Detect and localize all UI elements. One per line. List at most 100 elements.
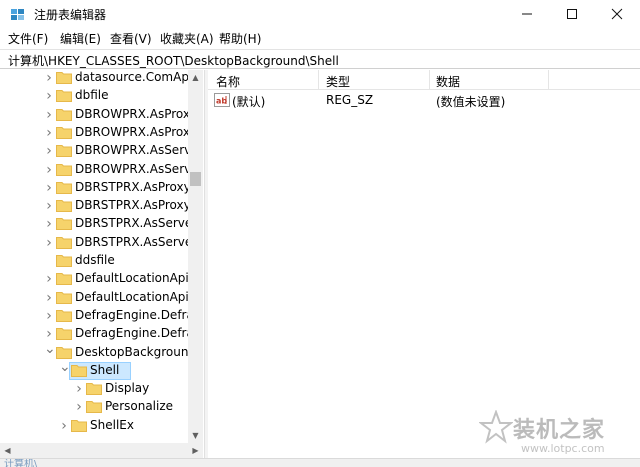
folder-icon — [56, 126, 72, 139]
column-header-name[interactable]: 名称 — [216, 73, 240, 90]
title-bar[interactable]: 注册表编辑器 — [0, 0, 640, 28]
chevron-right-icon[interactable]: › — [44, 327, 54, 341]
status-text: 计算机\ — [4, 459, 38, 467]
tree-item-label: Display — [105, 381, 150, 396]
tree-item-label: DesktopBackground — [75, 344, 197, 359]
column-header-data[interactable]: 数据 — [436, 73, 460, 90]
tree-item-label: ddsfile — [75, 253, 115, 267]
tree-item[interactable]: › DBROWPRX.AsServer — [0, 161, 202, 179]
chevron-right-icon[interactable]: › — [44, 71, 54, 85]
tree-item[interactable]: › DBRSTPRX.AsServer.1 — [0, 234, 202, 252]
folder-icon — [56, 346, 72, 359]
column-header-type[interactable]: 类型 — [326, 73, 350, 90]
chevron-right-icon[interactable]: › — [44, 199, 54, 213]
chevron-right-icon[interactable]: › — [74, 382, 84, 396]
value-name: (默认) — [232, 95, 266, 109]
tree-item[interactable]: › datasource.ComAppx — [0, 70, 202, 87]
chevron-down-icon[interactable]: ⌄ — [44, 342, 56, 356]
folder-icon — [56, 163, 72, 176]
tree-item[interactable]: › DBROWPRX.AsServer — [0, 142, 202, 160]
scroll-left-icon[interactable]: ◀ — [0, 443, 15, 458]
maximize-button[interactable] — [549, 0, 595, 28]
chevron-right-icon[interactable]: › — [44, 217, 54, 231]
tree-item[interactable]: ⌄ DesktopBackground — [0, 342, 196, 362]
column-divider[interactable] — [548, 70, 549, 90]
tree-item[interactable]: ⌄ Shell — [0, 360, 190, 380]
tree-item[interactable]: › DBRSTPRX.AsProxy — [0, 179, 191, 197]
address-path[interactable]: 计算机\HKEY_CLASSES_ROOT\DesktopBackground\… — [8, 52, 339, 69]
tree-item[interactable]: › DBRSTPRX.AsProxy.1 — [0, 197, 200, 215]
column-divider[interactable] — [429, 70, 430, 90]
folder-icon — [71, 419, 87, 432]
folder-icon — [56, 236, 72, 249]
tree-item[interactable]: › DefaultLocationApi.1 — [0, 289, 200, 307]
scroll-thumb[interactable] — [190, 172, 201, 186]
table-row[interactable]: ab (默认) REG_SZ (数值未设置) — [208, 92, 640, 110]
key-tree: › datasource.ComAppx › dbfile › DBROWPRX.AsPr… — [0, 70, 202, 460]
address-bar[interactable]: 计算机\HKEY_CLASSES_ROOT\DesktopBackground\… — [0, 49, 640, 69]
chevron-right-icon[interactable]: › — [59, 419, 69, 433]
chevron-right-icon[interactable]: › — [44, 89, 54, 103]
tree-item[interactable]: › Personalize — [0, 398, 190, 416]
string-value-icon: ab — [214, 93, 230, 107]
scroll-up-icon[interactable]: ▲ — [188, 70, 203, 85]
watermark-url: www.lotpc.com — [521, 442, 605, 455]
chevron-right-icon[interactable]: › — [44, 181, 54, 195]
tree-item[interactable]: › dbfile — [0, 87, 190, 105]
watermark-logo: 装机之家 www.lotpc.com — [477, 408, 637, 464]
tree-item-label: Shell — [90, 362, 120, 377]
tree-item[interactable]: › DefragEngine.Defrag — [0, 307, 201, 325]
chevron-right-icon[interactable]: › — [44, 108, 54, 122]
tree-item[interactable]: ddsfile — [0, 252, 190, 270]
tree-vertical-scrollbar[interactable]: ▲ ▼ — [188, 70, 203, 443]
tree-item[interactable]: › DefaultLocationApi — [0, 270, 190, 288]
chevron-right-icon[interactable]: › — [44, 309, 54, 323]
menu-edit[interactable]: 编辑(E) — [60, 30, 101, 47]
tree-item-label: DBRSTPRX.AsServer.1 — [75, 234, 202, 249]
tree-horizontal-scrollbar[interactable]: ◀ ▶ — [0, 443, 203, 458]
chevron-right-icon[interactable]: › — [44, 126, 54, 140]
scroll-right-icon[interactable]: ▶ — [188, 443, 203, 458]
tree-item-label: ShellEx — [90, 417, 134, 432]
column-divider[interactable] — [318, 70, 319, 90]
tree-item-label: DefaultLocationApi.1 — [75, 289, 201, 304]
tree-item[interactable]: › DBRSTPRX.AsServer — [0, 215, 197, 233]
tree-item[interactable]: › DefragEngine.Defrag — [0, 325, 201, 343]
tree-item[interactable]: › ShellEx — [0, 417, 190, 435]
chevron-right-icon[interactable]: › — [44, 163, 54, 177]
chevron-right-icon[interactable]: › — [44, 144, 54, 158]
chevron-right-icon[interactable]: › — [74, 400, 84, 414]
menu-favorites[interactable]: 收藏夹(A) — [160, 30, 214, 47]
watermark-brand: 装机之家 — [513, 418, 606, 443]
chevron-right-icon[interactable]: › — [44, 291, 54, 305]
minimize-button[interactable] — [504, 0, 550, 28]
folder-icon — [56, 72, 72, 84]
close-icon — [611, 8, 623, 20]
chevron-right-icon[interactable]: › — [44, 272, 54, 286]
chevron-right-icon[interactable]: › — [44, 236, 54, 250]
menu-view[interactable]: 查看(V) — [110, 30, 152, 47]
menu-help[interactable]: 帮助(H) — [219, 30, 261, 47]
close-button[interactable] — [594, 0, 640, 28]
folder-icon — [56, 145, 72, 158]
tree-item[interactable]: › DBROWPRX.AsProxy — [0, 106, 197, 124]
scroll-down-icon[interactable]: ▼ — [188, 428, 203, 443]
tree-item[interactable]: › DBROWPRX.AsProxy. — [0, 124, 199, 142]
folder-icon — [86, 383, 102, 396]
folder-icon — [86, 401, 102, 414]
tree-item-label: DBRSTPRX.AsProxy.1 — [75, 198, 201, 213]
folder-icon — [56, 291, 72, 304]
tree-item-label: DBROWPRX.AsProxy. — [75, 124, 200, 139]
tree-item-label: DBROWPRX.AsServer — [75, 143, 202, 158]
folder-icon — [56, 90, 72, 103]
folder-icon — [56, 218, 72, 231]
star-icon — [479, 410, 513, 444]
folder-icon — [56, 108, 72, 121]
chevron-down-icon[interactable]: ⌄ — [59, 360, 71, 374]
tree-item-label: Personalize — [105, 399, 174, 414]
tree-item[interactable]: › Display — [0, 380, 190, 398]
values-list: 名称 类型 数据 ab (默认) REG_SZ (数值未设置) — [208, 70, 640, 460]
menu-file[interactable]: 文件(F) — [8, 30, 48, 47]
menu-bar: 文件(F) 编辑(E) 查看(V) 收藏夹(A) 帮助(H) — [0, 28, 640, 48]
tree-item-label: DBRSTPRX.AsProxy — [75, 179, 191, 194]
